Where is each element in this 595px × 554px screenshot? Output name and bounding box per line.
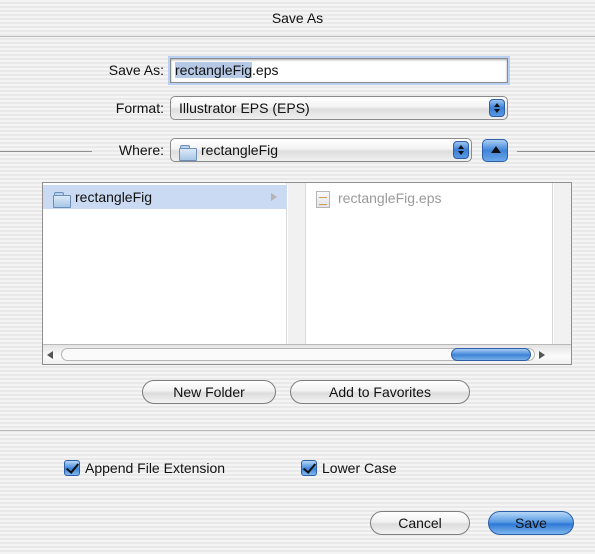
where-popup[interactable]: rectangleFig bbox=[170, 138, 472, 162]
scroll-left-icon[interactable] bbox=[47, 351, 53, 359]
document-icon bbox=[316, 190, 330, 208]
browser-item-rectanglefig-eps: rectangleFig.eps bbox=[316, 187, 442, 209]
save-as-label: Save As: bbox=[108, 62, 164, 78]
folder-icon bbox=[53, 191, 71, 208]
file-browser[interactable]: rectangleFig rectangleFig.eps bbox=[42, 182, 572, 365]
append-extension-label: Append File Extension bbox=[85, 460, 226, 476]
title-divider bbox=[0, 36, 595, 37]
column-scrollbar[interactable] bbox=[288, 183, 305, 345]
new-folder-button[interactable]: New Folder bbox=[142, 380, 276, 404]
scroll-thumb[interactable] bbox=[451, 348, 531, 361]
save-as-dialog: Save As Save As: rectangleFig.eps Format… bbox=[0, 0, 595, 554]
checkbox-checked-icon bbox=[301, 460, 317, 477]
folder-icon bbox=[179, 144, 197, 161]
column-scrollbar[interactable] bbox=[554, 183, 571, 345]
cancel-button[interactable]: Cancel bbox=[370, 511, 470, 535]
format-label: Format: bbox=[115, 100, 164, 116]
where-value: rectangleFig bbox=[201, 142, 279, 158]
checkbox-checked-icon bbox=[64, 460, 80, 477]
disclosure-arrow-icon bbox=[271, 193, 277, 201]
add-to-favorites-button[interactable]: Add to Favorites bbox=[290, 380, 470, 404]
format-popup[interactable]: Illustrator EPS (EPS) bbox=[170, 96, 508, 120]
filename-selected-text: rectangleFig bbox=[175, 62, 253, 78]
where-label: Where: bbox=[118, 142, 164, 158]
horizontal-scrollbar[interactable] bbox=[43, 344, 571, 364]
browser-column-2[interactable]: rectangleFig.eps bbox=[305, 183, 553, 345]
filename-input[interactable]: rectangleFig.eps bbox=[170, 58, 508, 83]
scroll-right-icon[interactable] bbox=[539, 351, 545, 359]
format-value: Illustrator EPS (EPS) bbox=[179, 100, 310, 116]
lower-case-checkbox[interactable]: Lower Case bbox=[301, 458, 397, 478]
browser-column-1[interactable]: rectangleFig bbox=[43, 183, 287, 345]
window-title: Save As bbox=[271, 10, 324, 26]
where-divider-left bbox=[0, 151, 92, 152]
append-extension-checkbox[interactable]: Append File Extension bbox=[64, 458, 225, 478]
filename-extension-text: .eps bbox=[252, 62, 279, 78]
where-divider-right bbox=[517, 151, 595, 152]
popup-arrows-icon bbox=[489, 99, 505, 117]
browser-item-label: rectangleFig bbox=[75, 189, 153, 205]
collapse-browser-button[interactable] bbox=[482, 139, 508, 162]
browser-item-label: rectangleFig.eps bbox=[338, 190, 442, 206]
options-divider bbox=[0, 430, 595, 431]
save-button[interactable]: Save bbox=[488, 511, 574, 535]
browser-item-rectanglefig[interactable]: rectangleFig bbox=[43, 185, 287, 209]
popup-arrows-icon bbox=[453, 141, 469, 159]
lower-case-label: Lower Case bbox=[322, 460, 397, 476]
